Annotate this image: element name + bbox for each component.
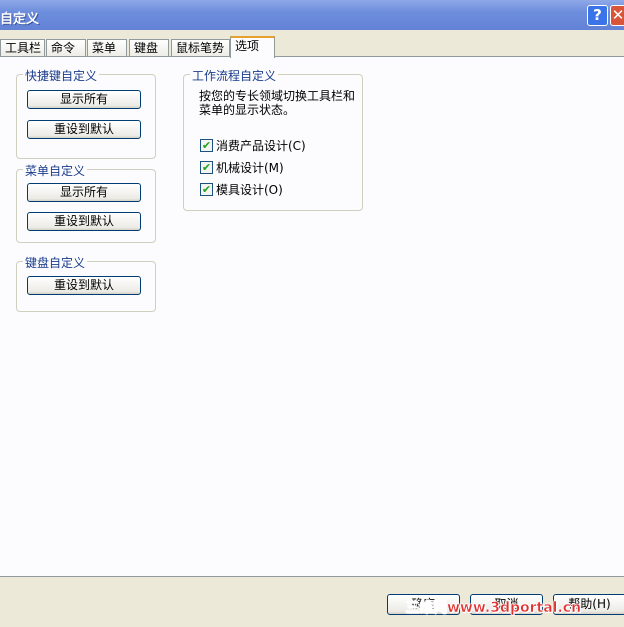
tab-options[interactable]: 选项 (230, 36, 275, 58)
shortcut-reset-button[interactable]: 重设到默认 (27, 120, 141, 139)
keyboard-reset-button[interactable]: 重设到默认 (27, 276, 141, 295)
menu-show-all-button[interactable]: 显示所有 (27, 183, 141, 202)
tab-commands[interactable]: 命令 (46, 39, 86, 57)
menu-reset-button[interactable]: 重设到默认 (27, 212, 141, 231)
check-icon[interactable]: ✔ (200, 161, 213, 174)
tab-toolbars[interactable]: 工具栏 (0, 39, 45, 57)
workflow-description: 按您的专长领域切换工具栏和菜单的显示状态。 (199, 89, 356, 117)
menu-group: 菜单自定义 显示所有 重设到默认 (16, 162, 156, 243)
keyboard-group-title: 键盘自定义 (23, 254, 88, 271)
shortcut-group-title: 快捷键自定义 (23, 67, 100, 84)
check-icon[interactable]: ✔ (200, 139, 213, 152)
tab-keyboard[interactable]: 键盘 (129, 39, 169, 57)
window-title: 自定义 (0, 12, 40, 27)
help-icon[interactable]: ? (587, 5, 608, 26)
close-icon[interactable]: ✕ (610, 5, 624, 26)
tab-mouse-gestures[interactable]: 鼠标笔势 (171, 39, 230, 57)
watermark: 三维网www.3dportal.cn (405, 600, 582, 617)
shortcut-group: 快捷键自定义 显示所有 重设到默认 (16, 67, 156, 159)
menu-group-title: 菜单自定义 (23, 162, 88, 179)
workflow-group: 工作流程自定义 按您的专长领域切换工具栏和菜单的显示状态。 ✔ 消费产品设计(C… (183, 67, 363, 211)
tab-menus[interactable]: 菜单 (87, 39, 127, 57)
mechanical-design-checkbox[interactable]: ✔ 机械设计(M) (200, 159, 284, 176)
consumer-product-checkbox[interactable]: ✔ 消费产品设计(C) (200, 137, 306, 154)
keyboard-group: 键盘自定义 重设到默认 (16, 254, 156, 312)
shortcut-show-all-button[interactable]: 显示所有 (27, 90, 141, 109)
options-panel: 快捷键自定义 显示所有 重设到默认 菜单自定义 显示所有 重设到默认 键盘自定义… (0, 56, 624, 577)
title-bar: 自定义 ? ✕ (0, 0, 624, 30)
mold-design-checkbox[interactable]: ✔ 模具设计(O) (200, 181, 283, 198)
workflow-group-title: 工作流程自定义 (190, 67, 279, 84)
check-icon[interactable]: ✔ (200, 183, 213, 196)
